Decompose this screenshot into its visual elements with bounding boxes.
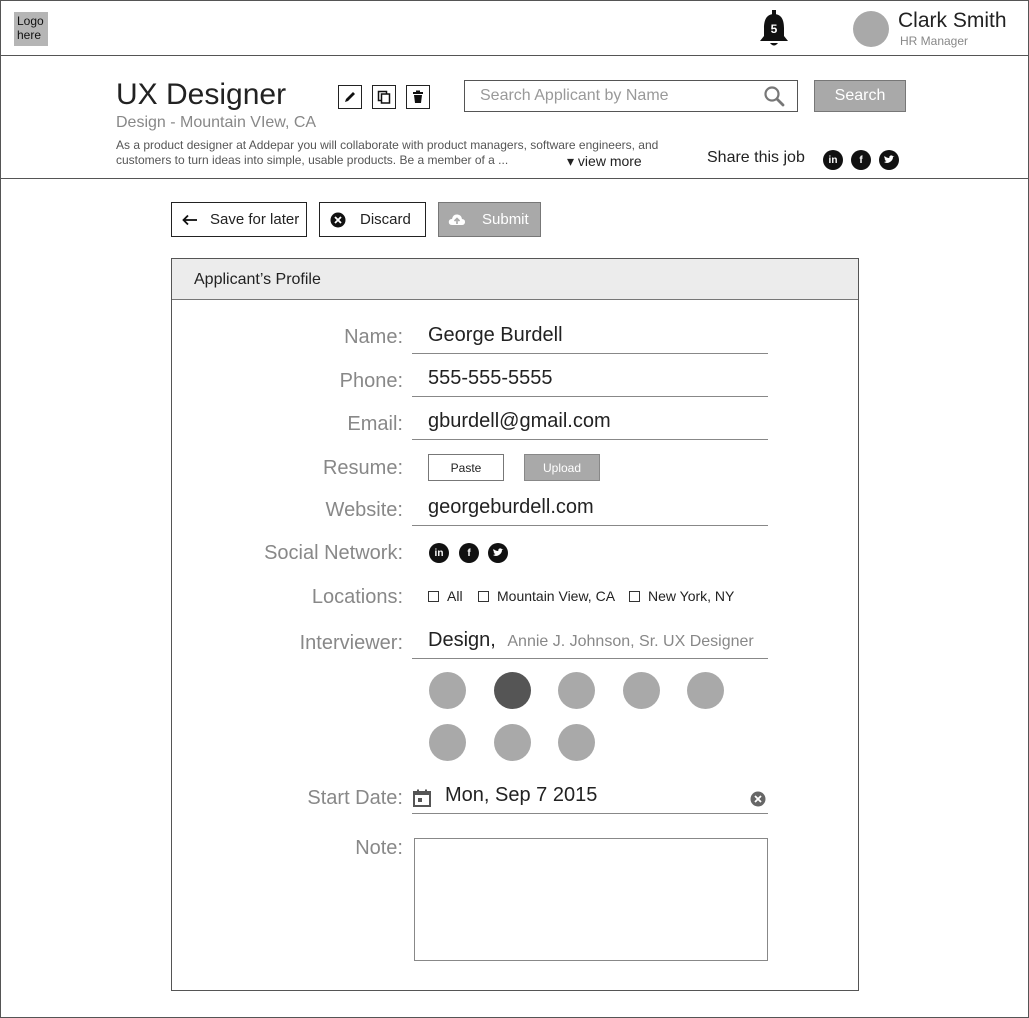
notification-count: 5 [770, 22, 778, 36]
interviewer-avatar[interactable] [558, 672, 595, 709]
search-icon[interactable] [763, 85, 785, 107]
interviewer-avatar-selected[interactable] [494, 672, 531, 709]
email-field[interactable]: gburdell@gmail.com [412, 410, 768, 440]
arrow-left-icon [182, 214, 197, 225]
interviewer-avatar[interactable] [494, 724, 531, 761]
interviewer-avatar[interactable] [429, 672, 466, 709]
note-label: Note: [355, 837, 403, 859]
discard-button[interactable]: Discard [319, 202, 426, 237]
interviewer-department: Design, [428, 629, 496, 651]
edit-job-button[interactable] [338, 85, 362, 109]
location-checkbox-all[interactable]: All [428, 588, 463, 604]
upload-resume-button[interactable]: Upload [524, 454, 600, 481]
cloud-upload-icon [448, 213, 466, 225]
copy-job-button[interactable] [372, 85, 396, 109]
submit-label: Submit [482, 211, 529, 228]
save-for-later-button[interactable]: Save for later [171, 202, 307, 237]
location-option-label: All [447, 588, 463, 604]
edit-icon [345, 92, 355, 102]
note-textarea[interactable] [414, 838, 768, 961]
close-circle-icon [330, 212, 346, 227]
location-option-label: Mountain View, CA [497, 588, 616, 604]
interviewer-avatar[interactable] [623, 672, 660, 709]
phone-label: Phone: [339, 370, 403, 392]
job-title: UX Designer [116, 78, 287, 111]
search-applicant-input[interactable] [464, 80, 798, 112]
interviewer-field[interactable]: Design, Annie J. Johnson, Sr. UX Designe… [412, 629, 768, 659]
clear-date-icon[interactable] [750, 791, 766, 807]
locations-label: Locations: [311, 586, 403, 608]
logo: Logo here [14, 12, 48, 46]
start-date-field[interactable]: Mon, Sep 7 2015 [412, 784, 768, 814]
applicant-facebook-icon[interactable]: f [459, 543, 479, 563]
twitter-bird-glyph [884, 155, 895, 163]
social-network-label: Social Network: [264, 542, 403, 564]
interviewer-label: Interviewer: [299, 632, 403, 654]
search-button[interactable]: Search [814, 80, 906, 112]
checkbox-box[interactable] [428, 590, 439, 602]
name-field[interactable]: George Burdell [412, 324, 768, 354]
paste-resume-button[interactable]: Paste [428, 454, 504, 481]
twitter-bird-glyph [493, 548, 504, 556]
user-avatar[interactable] [853, 11, 889, 47]
location-checkbox-mountain-view[interactable]: Mountain View, CA [478, 588, 615, 604]
interviewer-person: Annie J. Johnson, Sr. UX Designer [507, 633, 754, 650]
checkbox-box[interactable] [478, 590, 489, 602]
delete-job-button[interactable] [406, 85, 430, 109]
twitter-icon[interactable] [879, 150, 899, 170]
view-more-link[interactable]: ▾ view more [567, 153, 642, 170]
checkbox-box[interactable] [629, 590, 640, 602]
applicant-linkedin-icon[interactable]: in [429, 543, 449, 563]
location-checkbox-new-york[interactable]: New York, NY [629, 588, 734, 604]
location-option-label: New York, NY [648, 588, 735, 604]
notifications-bell[interactable]: 5 [758, 10, 790, 48]
calendar-icon[interactable] [413, 789, 431, 807]
start-date-label: Start Date: [307, 787, 403, 809]
interviewer-avatar[interactable] [558, 724, 595, 761]
trash-icon [413, 90, 423, 103]
save-for-later-label: Save for later [210, 211, 300, 228]
resume-label: Resume: [322, 457, 403, 479]
interviewer-avatar[interactable] [687, 672, 724, 709]
interviewer-avatar[interactable] [429, 724, 466, 761]
user-name: Clark Smith [898, 9, 1007, 32]
job-location: Design - Mountain VIew, CA [116, 114, 317, 131]
panel-header: Applicant’s Profile [172, 259, 858, 300]
website-label: Website: [325, 499, 403, 521]
submit-button[interactable]: Submit [438, 202, 541, 237]
facebook-icon[interactable]: f [851, 150, 871, 170]
email-label: Email: [347, 413, 403, 435]
phone-field[interactable]: 555-555-5555 [412, 367, 768, 397]
top-bar: Logo here 5 Clark Smith HR Manager [0, 0, 1029, 56]
website-field[interactable]: georgeburdell.com [412, 496, 768, 526]
user-role: HR Manager [900, 34, 969, 48]
panel-title: Applicant’s Profile [194, 271, 321, 288]
name-label: Name: [344, 326, 403, 348]
job-header: UX Designer Design - Mountain VIew, CA A… [0, 56, 1029, 179]
discard-label: Discard [360, 211, 411, 228]
share-job-label: Share this job [707, 149, 805, 166]
copy-icon [377, 90, 391, 104]
linkedin-icon[interactable]: in [823, 150, 843, 170]
applicant-twitter-icon[interactable] [488, 543, 508, 563]
